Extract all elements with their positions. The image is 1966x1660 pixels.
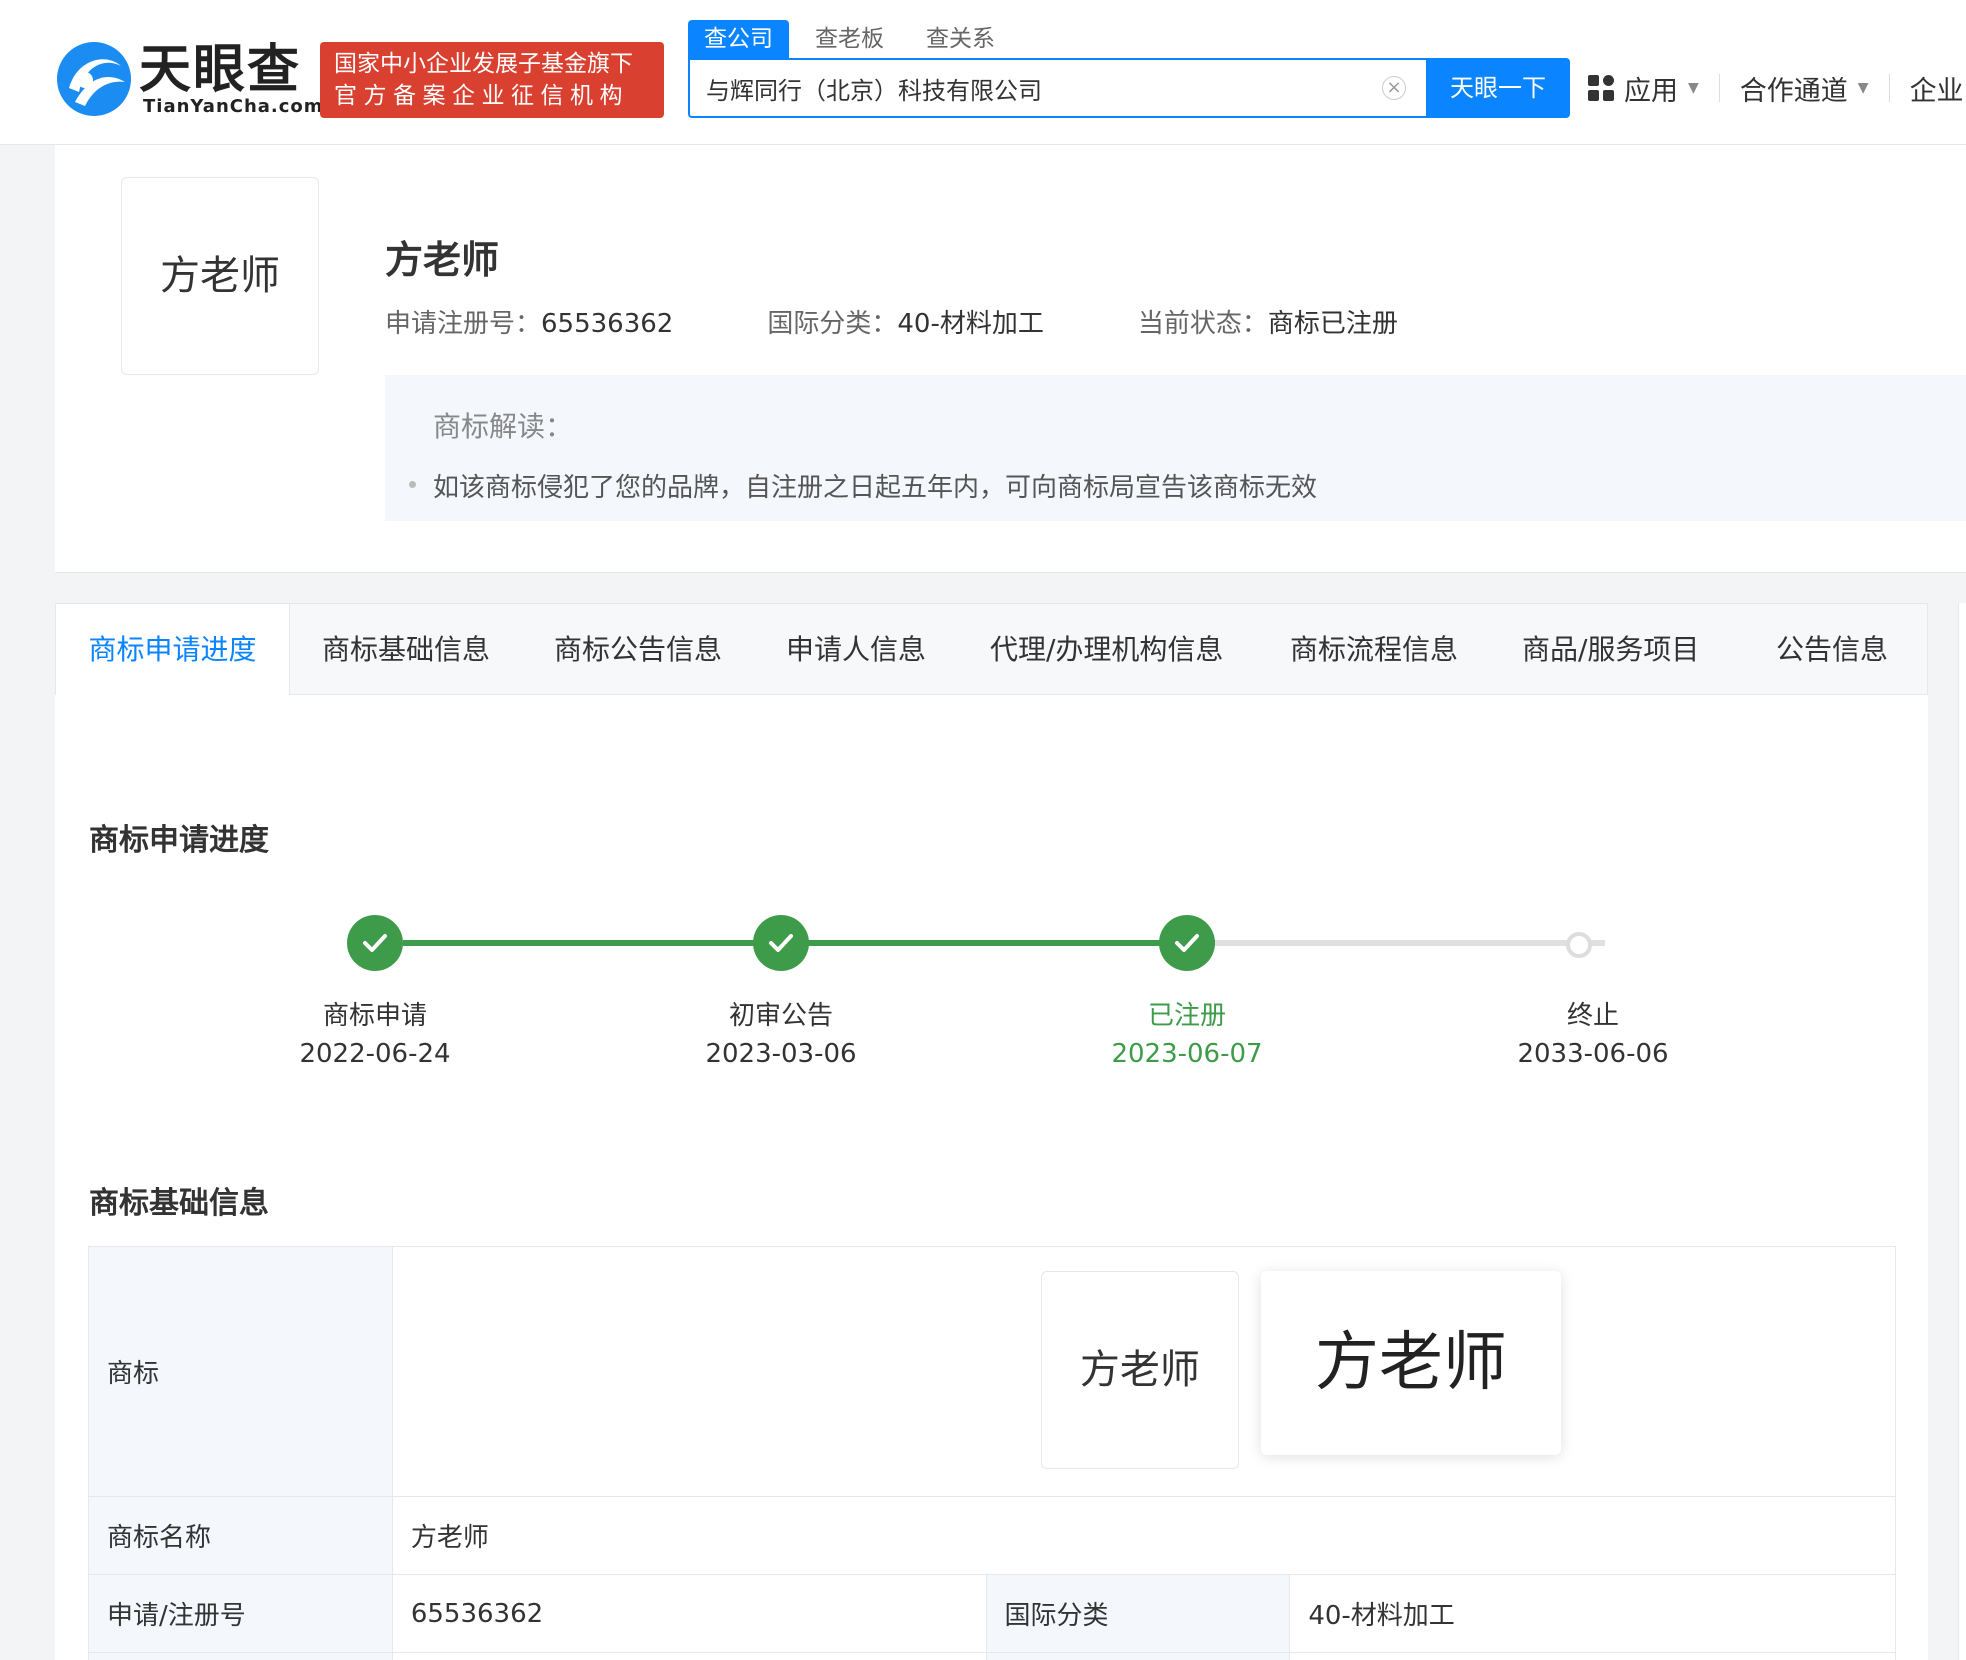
name-label: 商标名称 bbox=[88, 1496, 393, 1575]
badge-line-1: 国家中小企业发展子基金旗下 bbox=[334, 51, 633, 77]
mark-image-cell: 方老师 方老师 bbox=[391, 1246, 1897, 1497]
chevron-down-icon: ▼ bbox=[1688, 80, 1699, 96]
step-label: 已注册 bbox=[1147, 1001, 1226, 1031]
class-value: 40-材料加工 bbox=[1289, 1574, 1896, 1653]
search-tab-boss[interactable]: 查老板 bbox=[799, 20, 900, 58]
step-date: 2033-06-06 bbox=[1517, 1039, 1669, 1069]
class-item: 国际分类：40-材料加工 bbox=[767, 303, 1043, 340]
partner-menu[interactable]: 合作通道 ▼ bbox=[1740, 69, 1869, 108]
interpretation-title: 商标解读： bbox=[433, 410, 574, 443]
enterprise-menu-label: 企业 bbox=[1909, 75, 1964, 107]
tab-goods-services[interactable]: 商品/服务项目 bbox=[1522, 604, 1699, 695]
top-header: 天眼查 TianYanCha.com 国家中小企业发展子基金旗下 官方备案企业征… bbox=[0, 0, 1966, 145]
trademark-meta: 申请注册号：65536362 国际分类：40-材料加工 当前状态：商标已注册 bbox=[385, 303, 1492, 340]
progress-line-done bbox=[403, 940, 809, 946]
step-date: 2023-06-07 bbox=[1111, 1039, 1263, 1069]
class-label: 国际分类： bbox=[767, 309, 898, 339]
trademark-summary-card: 方老师 方老师 申请注册号：65536362 国际分类：40-材料加工 当前状态… bbox=[55, 145, 1966, 573]
table-cell bbox=[391, 1652, 987, 1660]
reg-no-item: 申请注册号：65536362 bbox=[385, 303, 673, 340]
detail-tabs: 商标申请进度 商标基础信息 商标公告信息 申请人信息 代理/办理机构信息 商标流… bbox=[55, 603, 1928, 695]
tab-basic-info[interactable]: 商标基础信息 bbox=[322, 604, 490, 695]
nav-divider bbox=[1888, 74, 1890, 102]
tab-application-progress[interactable]: 商标申请进度 bbox=[56, 604, 290, 695]
trademark-name: 方老师 bbox=[385, 238, 500, 282]
search-type-tabs: 查公司 查老板 查关系 bbox=[688, 20, 1021, 58]
logo-domain: TianYanCha.com bbox=[143, 96, 324, 117]
search-input[interactable] bbox=[706, 60, 1406, 116]
step-done-icon bbox=[1159, 915, 1215, 971]
interpretation-text: 如该商标侵犯了您的品牌，自注册之日起五年内，可向商标局宣告该商标无效 bbox=[433, 473, 1318, 503]
table-row: 申请/注册号 65536362 国际分类 40-材料加工 bbox=[88, 1574, 1896, 1653]
table-cell bbox=[985, 1652, 1291, 1660]
trademark-detail-card: 商标申请进度 商标基础信息 商标公告信息 申请人信息 代理/办理机构信息 商标流… bbox=[55, 603, 1928, 1660]
trademark-image[interactable]: 方老师 bbox=[121, 177, 319, 375]
tab-process-info[interactable]: 商标流程信息 bbox=[1290, 604, 1458, 695]
basic-info-table: 商标 方老师 方老师 商标名称 方老师 申请/注册号 65536362 国际分类… bbox=[88, 1246, 1897, 1660]
class-value: 40-材料加工 bbox=[897, 309, 1044, 339]
progress-section-title: 商标申请进度 bbox=[89, 823, 269, 858]
table-cell bbox=[88, 1652, 393, 1660]
step-done-icon bbox=[753, 915, 809, 971]
reg-no-label: 申请注册号： bbox=[385, 309, 542, 339]
tab-announcement-info[interactable]: 商标公告信息 bbox=[554, 604, 722, 695]
search-tab-relation[interactable]: 查关系 bbox=[910, 20, 1011, 58]
table-row bbox=[88, 1652, 1896, 1660]
nav-divider bbox=[1718, 74, 1720, 102]
mark-label: 商标 bbox=[88, 1246, 393, 1497]
progress-line-done bbox=[809, 940, 1215, 946]
step-label: 终止 bbox=[1566, 1001, 1619, 1031]
enterprise-menu[interactable]: 企业 bbox=[1910, 69, 1964, 108]
status-label: 当前状态： bbox=[1137, 309, 1268, 339]
trademark-image-thumb[interactable]: 方老师 bbox=[1040, 1271, 1239, 1469]
progress-line-pending bbox=[1215, 940, 1605, 946]
reg-no-value: 65536362 bbox=[541, 309, 674, 339]
step-label: 初审公告 bbox=[728, 1001, 833, 1031]
tab-applicant-info[interactable]: 申请人信息 bbox=[786, 604, 926, 695]
tab-notice-info[interactable]: 公告信息 bbox=[1776, 604, 1888, 695]
logo-text: 天眼查 bbox=[139, 40, 302, 100]
tianyancha-logo[interactable]: 天眼查 TianYanCha.com bbox=[55, 40, 323, 120]
apps-grid-icon bbox=[1588, 75, 1614, 101]
step-pending-icon bbox=[1566, 932, 1592, 958]
step-label: 商标申请 bbox=[322, 1001, 427, 1031]
table-cell bbox=[1289, 1652, 1896, 1660]
trademark-interpretation: 商标解读： 如该商标侵犯了您的品牌，自注册之日起五年内，可向商标局宣告该商标无效 bbox=[385, 375, 1966, 521]
status-item: 当前状态：商标已注册 bbox=[1138, 303, 1398, 340]
class-label: 国际分类 bbox=[985, 1574, 1291, 1653]
badge-line-2: 官方备案企业征信机构 bbox=[334, 83, 629, 109]
right-side-panel bbox=[1958, 603, 1966, 1660]
search-button[interactable]: 天眼一下 bbox=[1426, 58, 1570, 118]
apps-menu-label: 应用 bbox=[1624, 75, 1678, 107]
header-nav: 应用 ▼ 合作通道 ▼ 企业 bbox=[1588, 64, 1966, 112]
basic-info-section-title: 商标基础信息 bbox=[89, 1186, 269, 1221]
name-value: 方老师 bbox=[391, 1496, 1897, 1575]
reg-no-label: 申请/注册号 bbox=[88, 1574, 393, 1653]
progress-timeline: 商标申请 2022-06-24 初审公告 2023-03-06 已注册 2023… bbox=[55, 893, 1928, 1093]
chevron-down-icon: ▼ bbox=[1857, 80, 1869, 96]
table-row: 商标 方老师 方老师 bbox=[88, 1246, 1897, 1497]
search-box: × 天眼一下 bbox=[688, 58, 1570, 118]
reg-no-value: 65536362 bbox=[391, 1574, 987, 1653]
bullet-dot bbox=[409, 481, 416, 488]
certification-badge[interactable]: 国家中小企业发展子基金旗下 官方备案企业征信机构 bbox=[320, 42, 664, 118]
step-done-icon bbox=[347, 915, 403, 971]
trademark-image-preview: 方老师 bbox=[1260, 1271, 1561, 1455]
search-tab-company[interactable]: 查公司 bbox=[688, 20, 789, 58]
partner-menu-label: 合作通道 bbox=[1739, 75, 1848, 107]
apps-menu[interactable]: 应用 ▼ bbox=[1588, 69, 1699, 108]
eye-logo-icon bbox=[57, 42, 131, 116]
step-date: 2022-06-24 bbox=[299, 1039, 451, 1069]
tab-agency-info[interactable]: 代理/办理机构信息 bbox=[990, 604, 1223, 695]
table-row: 商标名称 方老师 bbox=[88, 1496, 1897, 1575]
step-date: 2023-03-06 bbox=[705, 1039, 857, 1069]
status-value: 商标已注册 bbox=[1267, 309, 1398, 339]
clear-search-icon[interactable]: × bbox=[1382, 76, 1406, 100]
